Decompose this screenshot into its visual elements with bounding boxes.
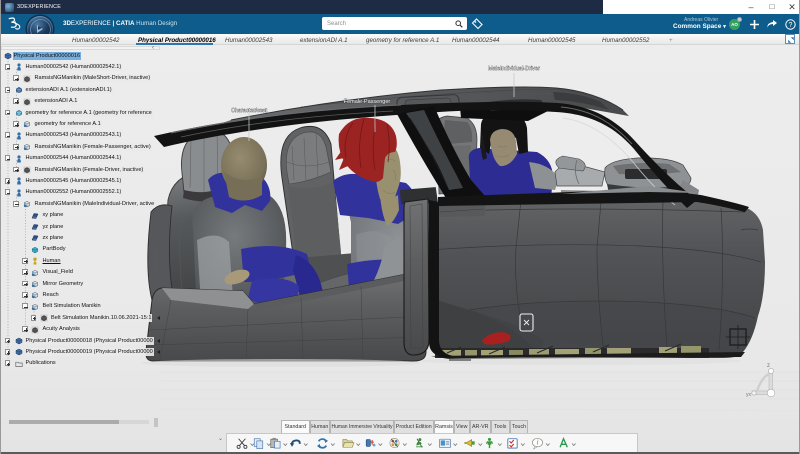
svg-text:z: z [767, 363, 770, 369]
svg-text:Female-Passenger: Female-Passenger [344, 99, 391, 105]
svg-text:MaleIndividual-Driver: MaleIndividual-Driver [488, 66, 540, 72]
svg-text:i: i [537, 439, 539, 446]
svg-text:yx: yx [746, 392, 752, 398]
svg-text:Character/seat: Character/seat [231, 108, 268, 114]
svg-text:?: ? [789, 22, 793, 29]
